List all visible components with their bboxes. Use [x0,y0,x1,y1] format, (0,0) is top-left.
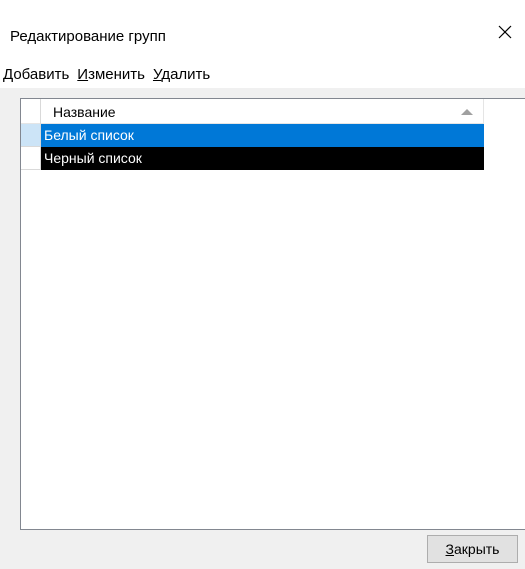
window-title: Редактирование групп [10,28,166,45]
menu-delete-label: далить [161,66,211,83]
groups-list[interactable]: Название Белый список Черный список [20,98,525,530]
column-header-name[interactable]: Название [41,99,484,124]
close-button-label: акрыть [454,541,500,557]
row-name: Черный список [41,147,484,170]
row-indicator-header [21,99,41,124]
window-close-button[interactable] [485,12,525,52]
row-indicator [21,147,41,170]
menu-add-label: обавить [13,66,70,83]
row-name: Белый список [41,124,484,147]
menu-edit-accel: И [77,66,89,83]
menu-edit-label: зменить [88,66,145,83]
close-icon [498,25,512,39]
title-bar: Редактирование групп [0,0,525,62]
menu-add[interactable]: Добавить [0,65,73,85]
menu-add-accel: Д [3,66,14,83]
dialog-window: Редактирование групп Добавить Изменить У… [0,0,525,569]
menu-bar: Добавить Изменить Удалить [0,62,525,88]
sort-ascending-icon [461,109,473,115]
list-row[interactable]: Черный список [21,147,484,170]
list-header: Название [21,99,484,124]
close-button[interactable]: Закрыть [427,535,518,563]
close-button-accel: З [445,541,454,557]
row-indicator [21,124,41,147]
menu-edit[interactable]: Изменить [73,65,149,85]
menu-delete[interactable]: Удалить [149,65,214,85]
list-row[interactable]: Белый список [21,124,484,147]
column-header-name-label: Название [53,104,116,120]
